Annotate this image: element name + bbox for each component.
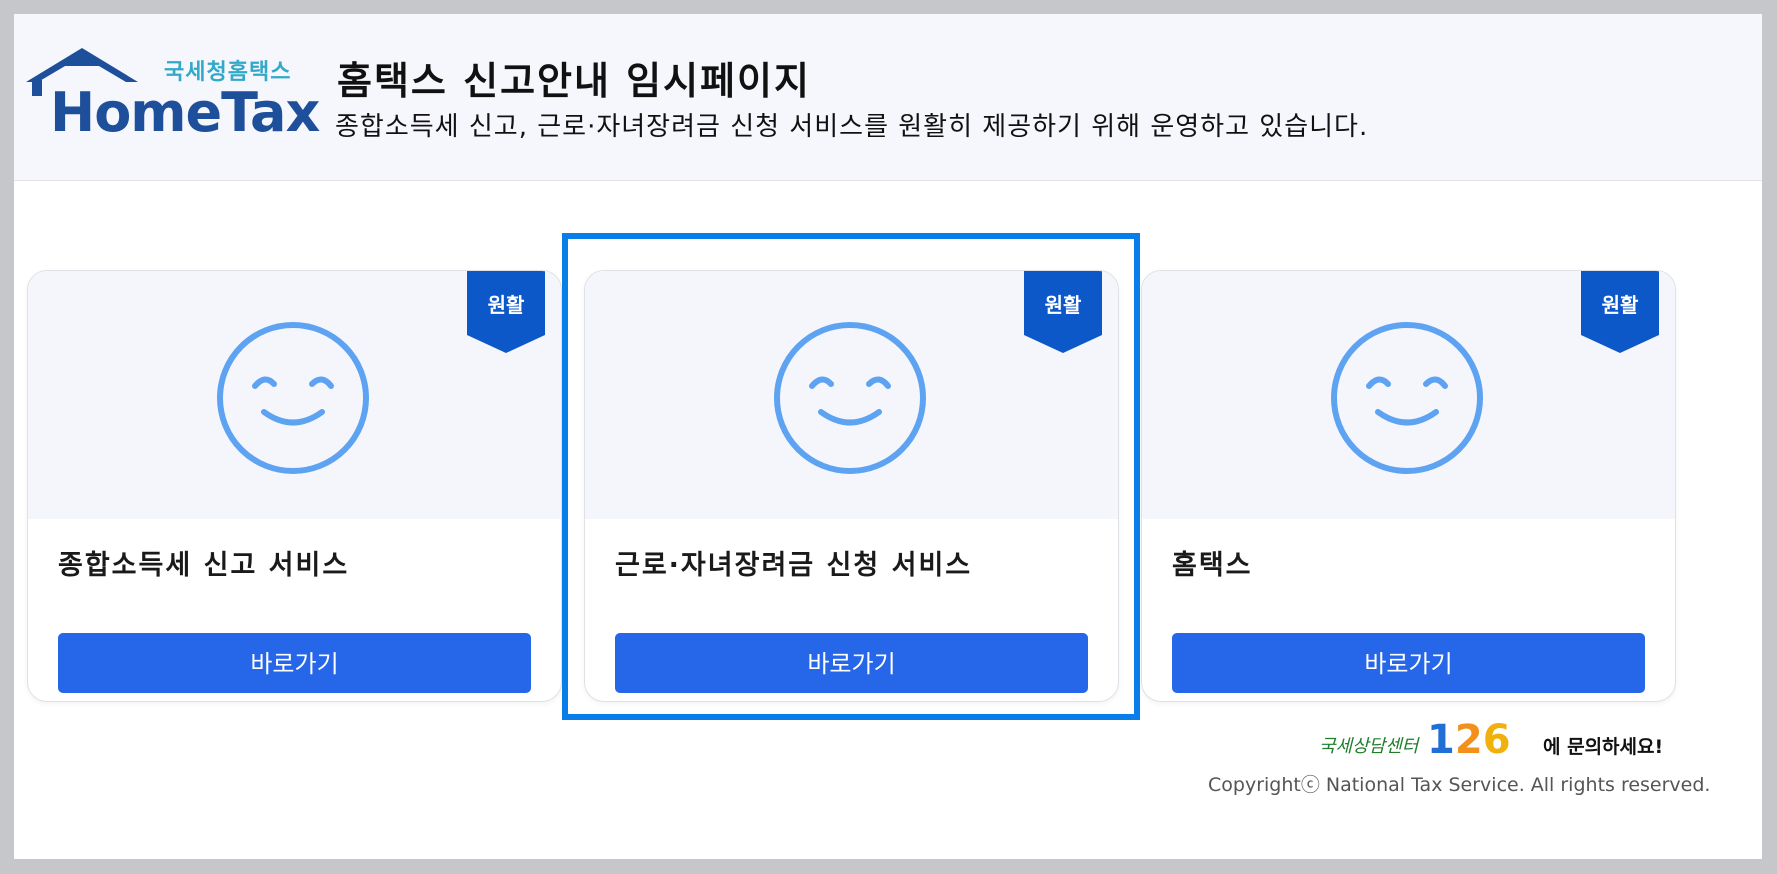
page-header: 국세청홈택스 HomeTax 홈택스 신고안내 임시페이지 종합소득세 신고, …: [14, 14, 1762, 181]
contact-center: 국세상담센터 126 에 문의하세요!: [1319, 717, 1691, 763]
status-badge: 원활: [1024, 271, 1102, 353]
card-visual: 원활: [1142, 271, 1675, 519]
card-title: 근로·자녀장려금 신청 서비스: [615, 550, 973, 581]
go-button-hometax[interactable]: 바로가기: [1172, 633, 1645, 693]
service-card-incentive: 원활 근로·자녀장려금 신청 서비스 바로가기: [584, 270, 1119, 702]
go-button-incentive[interactable]: 바로가기: [615, 633, 1088, 693]
page-title: 홈택스 신고안내 임시페이지: [337, 59, 811, 103]
page-frame: 국세청홈택스 HomeTax 홈택스 신고안내 임시페이지 종합소득세 신고, …: [14, 14, 1762, 859]
status-badge-label: 원활: [487, 293, 525, 317]
card-visual: 원활: [585, 271, 1118, 519]
smiley-icon: [774, 322, 926, 474]
copyright-text: Copyrightⓒ National Tax Service. All rig…: [1208, 774, 1711, 796]
smiley-icon: [217, 322, 369, 474]
go-button-income-tax[interactable]: 바로가기: [58, 633, 531, 693]
card-visual: 원활: [28, 271, 561, 519]
status-badge-label: 원활: [1601, 293, 1639, 317]
page-description: 종합소득세 신고, 근로·자녀장려금 신청 서비스를 원활히 제공하기 위해 운…: [335, 112, 1369, 142]
logo-wordmark: HomeTax: [50, 81, 320, 144]
contact-digit: 6: [1482, 717, 1511, 763]
contact-digit: 2: [1454, 717, 1483, 763]
service-card-income-tax: 원활 종합소득세 신고 서비스 바로가기: [27, 270, 562, 702]
status-badge-label: 원활: [1044, 293, 1082, 317]
card-title: 홈택스: [1172, 550, 1253, 581]
contact-center-label: 국세상담센터: [1319, 736, 1419, 757]
contact-center-suffix: 에 문의하세요!: [1543, 736, 1664, 758]
smiley-icon: [1331, 322, 1483, 474]
card-title: 종합소득세 신고 서비스: [58, 550, 350, 581]
contact-digit: 1: [1427, 717, 1455, 763]
status-badge: 원활: [1581, 271, 1659, 353]
status-badge: 원활: [467, 271, 545, 353]
contact-phone-number: 126: [1427, 719, 1511, 761]
hometax-logo[interactable]: 국세청홈택스 HomeTax: [26, 36, 320, 140]
service-card-hometax: 원활 홈택스 바로가기: [1141, 270, 1676, 702]
